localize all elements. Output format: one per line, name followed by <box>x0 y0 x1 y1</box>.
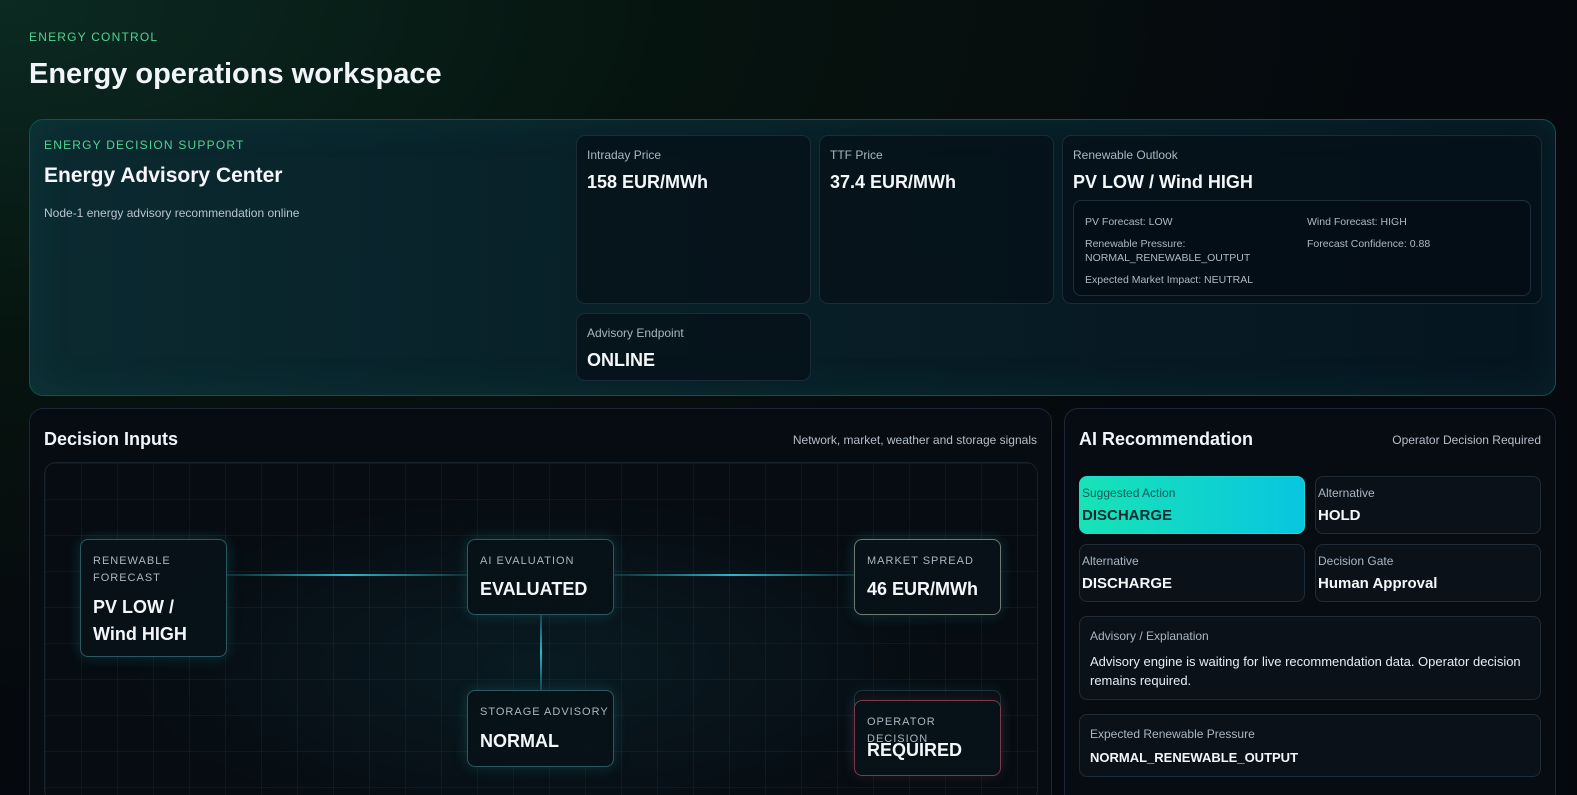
renewable-pressure-value: NORMAL_RENEWABLE_OUTPUT <box>1085 252 1251 264</box>
alternative-value: HOLD <box>1318 507 1361 524</box>
node-renewable-forecast[interactable]: RENEWABLE FORECAST PV LOW / Wind HIGH <box>80 539 227 657</box>
decision-graph: RENEWABLE FORECAST PV LOW / Wind HIGH AI… <box>44 462 1038 795</box>
node-operator-decision[interactable]: OPERATOR DECISION REQUIRED <box>854 700 1001 776</box>
alternative-hold-card[interactable]: Alternative HOLD <box>1315 476 1541 534</box>
page-title: Energy operations workspace <box>29 58 442 90</box>
decision-inputs-panel: Decision Inputs Network, market, weather… <box>29 408 1052 795</box>
renewable-outlook-value: PV LOW / Wind HIGH <box>1073 172 1253 192</box>
advisory-endpoint-status: ONLINE <box>587 350 656 370</box>
intraday-price-card: Intraday Price 158 EUR/MWh <box>576 135 811 304</box>
expected-pressure-value: NORMAL_RENEWABLE_OUTPUT <box>1090 750 1299 765</box>
ttf-price-value: 37.4 EUR/MWh <box>830 172 957 192</box>
hero-subtitle: Node-1 energy advisory recommendation on… <box>44 206 300 220</box>
suggested-action-value: DISCHARGE <box>1082 507 1173 524</box>
expected-pressure-label: Expected Renewable Pressure <box>1090 727 1255 741</box>
decision-inputs-note: Network, market, weather and storage sig… <box>792 433 1037 447</box>
ai-recommendation-title: AI Recommendation <box>1079 429 1254 449</box>
hero-eyebrow: ENERGY DECISION SUPPORT <box>44 138 245 152</box>
renewable-outlook-card: Renewable Outlook PV LOW / Wind HIGH PV … <box>1062 135 1542 304</box>
node-market-spread[interactable]: MARKET SPREAD 46 EUR/MWh <box>854 539 1001 615</box>
ai-recommendation-panel: AI Recommendation Operator Decision Requ… <box>1064 408 1556 795</box>
node-storage-value: NORMAL <box>480 731 559 751</box>
ai-recommendation-note: Operator Decision Required <box>1392 433 1541 447</box>
edge-renewable-ai <box>226 574 468 576</box>
alternative-discharge-card[interactable]: Alternative DISCHARGE <box>1079 544 1305 602</box>
wind-forecast: Wind Forecast: HIGH <box>1307 216 1407 228</box>
suggested-action-label: Suggested Action <box>1082 486 1176 500</box>
ttf-price-card: TTF Price 37.4 EUR/MWh <box>819 135 1054 304</box>
node-ai-value: EVALUATED <box>480 579 588 599</box>
node-market-value: 46 EUR/MWh <box>867 579 979 599</box>
renewable-pressure-label: Renewable Pressure: <box>1085 238 1186 250</box>
alternative-label: Alternative <box>1318 486 1375 500</box>
node-storage-advisory[interactable]: STORAGE ADVISORY NORMAL <box>467 690 614 767</box>
forecast-confidence: Forecast Confidence: 0.88 <box>1307 238 1431 250</box>
ttf-price-label: TTF Price <box>830 148 883 162</box>
market-impact: Expected Market Impact: NEUTRAL <box>1085 274 1254 286</box>
expected-pressure-card: Expected Renewable Pressure NORMAL_RENEW… <box>1079 714 1541 777</box>
node-ai-evaluation[interactable]: AI EVALUATION EVALUATED <box>467 539 614 615</box>
node-ai-label: AI EVALUATION <box>480 555 575 567</box>
edge-ai-storage <box>540 615 542 690</box>
intraday-price-value: 158 EUR/MWh <box>587 172 709 192</box>
renewable-outlook-label: Renewable Outlook <box>1073 148 1178 162</box>
hero-title: Energy Advisory Center <box>44 164 283 187</box>
alternative-value: DISCHARGE <box>1082 575 1173 592</box>
renewable-details: PV Forecast: LOW Wind Forecast: HIGH Ren… <box>1073 200 1531 296</box>
decision-gate-value: Human Approval <box>1318 575 1438 592</box>
node-market-label: MARKET SPREAD <box>867 555 974 567</box>
decision-inputs-title: Decision Inputs <box>44 429 179 449</box>
suggested-action-card[interactable]: Suggested Action DISCHARGE <box>1079 476 1305 534</box>
edge-ai-market <box>613 574 854 576</box>
node-operator-value: REQUIRED <box>867 740 963 760</box>
advisory-endpoint-card: Advisory Endpoint ONLINE <box>576 313 811 381</box>
advisory-explanation-text: Advisory engine is waiting for live reco… <box>1090 654 1521 688</box>
alternative-label: Alternative <box>1082 554 1139 568</box>
advisory-center-panel: ENERGY DECISION SUPPORT Energy Advisory … <box>29 119 1556 396</box>
node-renewable-label: RENEWABLE FORECAST <box>93 555 171 584</box>
node-renewable-value: PV LOW / Wind HIGH <box>93 597 187 644</box>
decision-gate-label: Decision Gate <box>1318 554 1394 568</box>
node-storage-label: STORAGE ADVISORY <box>480 706 609 718</box>
decision-gate-card[interactable]: Decision Gate Human Approval <box>1315 544 1541 602</box>
advisory-explanation-label: Advisory / Explanation <box>1090 629 1209 643</box>
pv-forecast: PV Forecast: LOW <box>1085 216 1173 228</box>
intraday-price-label: Intraday Price <box>587 148 662 162</box>
advisory-endpoint-label: Advisory Endpoint <box>587 326 684 340</box>
page-eyebrow: ENERGY CONTROL <box>29 30 159 44</box>
advisory-explanation-card: Advisory / Explanation Advisory engine i… <box>1079 616 1541 700</box>
